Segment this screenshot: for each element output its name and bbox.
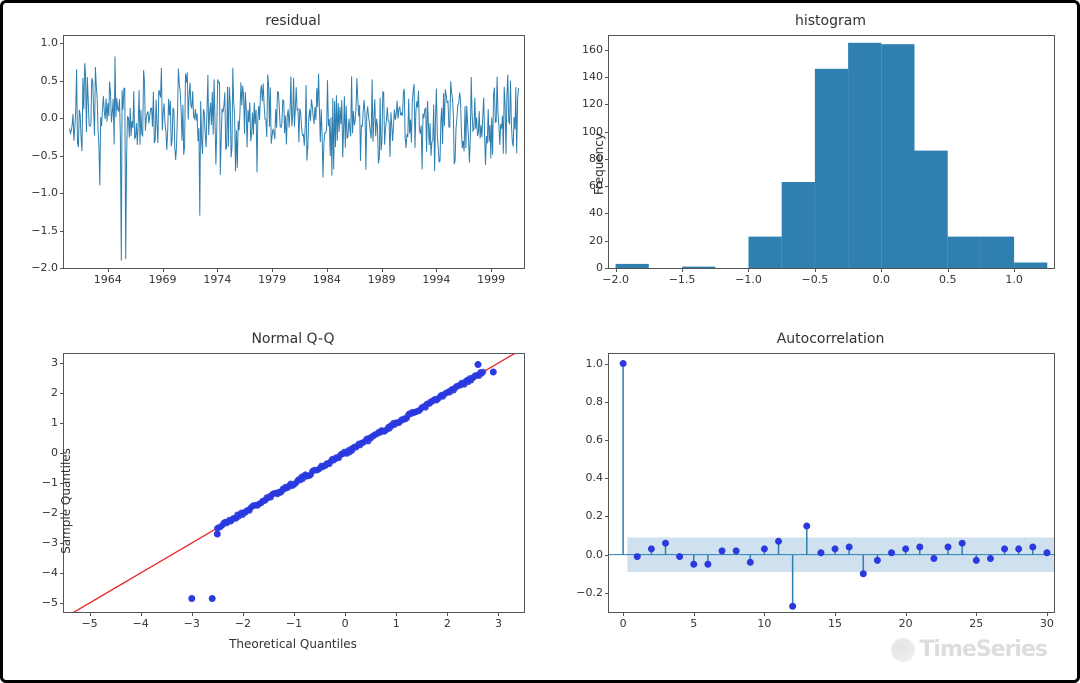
y-tick: −2.0 — [18, 261, 58, 274]
xlabel-qq: Theoretical Quantiles — [63, 637, 523, 651]
x-tick: 1999 — [473, 273, 509, 286]
x-tick: 0.0 — [863, 273, 899, 286]
x-tick: 10 — [746, 617, 782, 630]
x-tick: −1 — [276, 617, 312, 630]
x-tick: −4 — [123, 617, 159, 630]
axes-residual: 19641969197419791984198919941999−2.0−1.5… — [63, 35, 525, 269]
x-tick: 1994 — [418, 273, 454, 286]
y-tick: −4 — [18, 566, 58, 579]
figure-frame: residual 1964196919741979198419891994199… — [0, 0, 1080, 683]
x-tick: −5 — [72, 617, 108, 630]
y-tick: 40 — [563, 206, 603, 219]
y-tick: 20 — [563, 234, 603, 247]
y-tick: 0.0 — [18, 111, 58, 124]
axes-acf: 051015202530−0.20.00.20.40.60.81.0 — [608, 353, 1055, 613]
panel-acf: Autocorrelation 051015202530−0.20.00.20.… — [608, 353, 1053, 649]
y-tick: 120 — [563, 97, 603, 110]
x-tick: 1984 — [309, 273, 345, 286]
y-tick: −1 — [18, 476, 58, 489]
x-tick: 30 — [1029, 617, 1065, 630]
panel-residual: residual 1964196919741979198419891994199… — [63, 35, 523, 293]
x-tick: −1.0 — [730, 273, 766, 286]
y-tick: 0.8 — [563, 395, 603, 408]
title-acf: Autocorrelation — [608, 331, 1053, 347]
y-tick: −0.5 — [18, 149, 58, 162]
x-tick: −2 — [225, 617, 261, 630]
x-tick: 1 — [378, 617, 414, 630]
y-tick: 160 — [563, 43, 603, 56]
x-tick: 2 — [429, 617, 465, 630]
y-tick: 2 — [18, 386, 58, 399]
title-qq: Normal Q-Q — [63, 331, 523, 347]
y-tick: 1.0 — [563, 357, 603, 370]
y-tick: 0.4 — [563, 471, 603, 484]
y-tick: 1.0 — [18, 36, 58, 49]
x-tick: 0 — [327, 617, 363, 630]
y-tick: −3 — [18, 536, 58, 549]
title-histogram: histogram — [608, 13, 1053, 29]
histogram-plot — [609, 36, 1054, 268]
x-tick: −1.5 — [664, 273, 700, 286]
y-tick: 1 — [18, 416, 58, 429]
y-tick: 0.6 — [563, 433, 603, 446]
y-tick: −1.0 — [18, 186, 58, 199]
acf-plot — [609, 354, 1054, 612]
x-tick: 5 — [676, 617, 712, 630]
x-tick: 0 — [605, 617, 641, 630]
y-tick: 3 — [18, 356, 58, 369]
panel-histogram: histogram −2.0−1.5−1.0−0.50.00.51.002040… — [608, 35, 1053, 293]
y-tick: −1.5 — [18, 224, 58, 237]
x-tick: 20 — [888, 617, 924, 630]
x-tick: −0.5 — [797, 273, 833, 286]
title-residual: residual — [63, 13, 523, 29]
x-tick: 1969 — [145, 273, 181, 286]
y-tick: −0.2 — [563, 586, 603, 599]
x-tick: 1974 — [199, 273, 235, 286]
x-tick: 1964 — [90, 273, 126, 286]
x-tick: 25 — [958, 617, 994, 630]
residual-plot — [64, 36, 524, 268]
qq-plot — [64, 354, 524, 612]
y-tick: 0.2 — [563, 509, 603, 522]
y-tick: 0 — [18, 446, 58, 459]
axes-qq: −5−4−3−2−10123−5−4−3−2−10123 — [63, 353, 525, 613]
x-tick: 0.5 — [930, 273, 966, 286]
ylabel-qq: Sample Quantiles — [59, 448, 73, 554]
x-tick: 1989 — [364, 273, 400, 286]
x-tick: −2.0 — [598, 273, 634, 286]
y-tick: 0.0 — [563, 548, 603, 561]
x-tick: 1979 — [254, 273, 290, 286]
ylabel-histogram: Frequency — [592, 133, 606, 195]
x-tick: −3 — [174, 617, 210, 630]
x-tick: 3 — [480, 617, 516, 630]
y-tick: −5 — [18, 596, 58, 609]
y-tick: 140 — [563, 70, 603, 83]
axes-histogram: −2.0−1.5−1.0−0.50.00.51.0020406080100120… — [608, 35, 1055, 269]
panel-qq: Normal Q-Q −5−4−3−2−10123−5−4−3−2−10123 … — [63, 353, 523, 649]
y-tick: −2 — [18, 506, 58, 519]
x-tick: 1.0 — [996, 273, 1032, 286]
y-tick: 0.5 — [18, 74, 58, 87]
x-tick: 15 — [817, 617, 853, 630]
subplot-grid: residual 1964196919741979198419891994199… — [3, 3, 1077, 680]
y-tick: 0 — [563, 261, 603, 274]
